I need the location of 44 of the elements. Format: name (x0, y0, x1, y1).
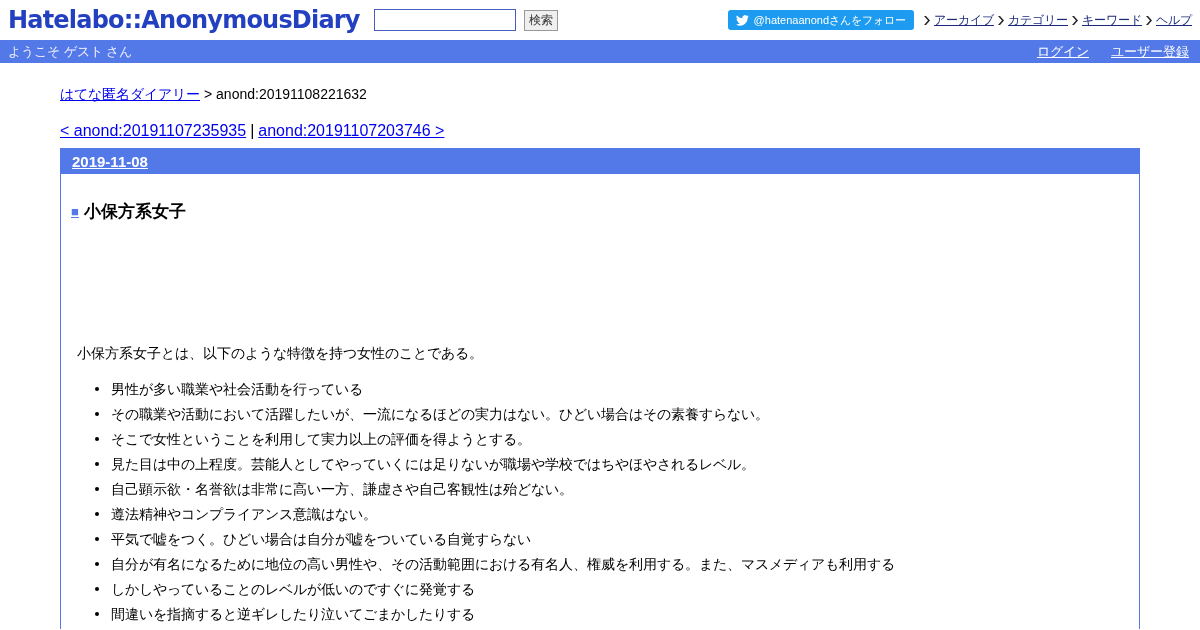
bullet-icon (95, 562, 99, 566)
list-item: 自己顕示欲・名誉欲は非常に高い一方、謙虚さや自己客観性は殆どない。 (111, 481, 573, 499)
chevron-icon (924, 15, 931, 25)
account-link[interactable]: ユーザー登録 (1111, 42, 1189, 61)
bullet-icon (95, 412, 99, 416)
account-link[interactable]: ログイン (1037, 42, 1089, 61)
nav-link[interactable]: ヘルプ (1156, 11, 1192, 29)
chevron-icon (1072, 15, 1079, 25)
breadcrumb-current: > anond:20191108221632 (204, 86, 367, 104)
bullet-icon (95, 462, 99, 466)
bullet-icon (95, 512, 99, 516)
list-item: そこで女性ということを利用して実力以上の評価を得ようとする。 (111, 431, 531, 449)
bullet-icon (95, 437, 99, 441)
intro-text: 小保方系女子とは、以下のような特徴を持つ女性のことである。 (77, 345, 484, 363)
next-entry-link[interactable]: anond:20191107203746 > (258, 122, 445, 140)
list-item: その職業や活動において活躍したいが、一流になるほどの実力はない。ひどい場合はその素養すらない。 (111, 406, 769, 424)
bullet-icon (95, 387, 99, 391)
list-item: 間違いを指摘すると逆ギレしたり泣いてごまかしたりする (111, 606, 475, 624)
search-button[interactable]: 検索 (523, 9, 558, 31)
list-item: 男性が多い職業や社会活動を行っている (111, 381, 363, 399)
list-item: 遵法精神やコンプライアンス意識はない。 (111, 506, 377, 524)
date-link[interactable]: 2019-11-08 (72, 153, 148, 170)
bird-icon (735, 14, 749, 26)
previous-entry-link[interactable]: < anond:20191107235935 (60, 122, 247, 140)
list-item: しかしやっていることのレベルが低いのですぐに発覚する (111, 581, 475, 599)
list-item: 平気で嘘をつく。ひどい場合は自分が嘘をついている自覚すらない (111, 531, 531, 549)
nav-link[interactable]: キーワード (1082, 11, 1142, 29)
search-field[interactable] (373, 9, 516, 31)
breadcrumb-link[interactable]: はてな匿名ダイアリー (60, 86, 200, 104)
welcome-text: ようこそ ゲスト さん (8, 42, 133, 61)
nav-link[interactable]: カテゴリー (1008, 11, 1068, 29)
bullet-icon (95, 487, 99, 491)
bullet-icon (95, 612, 99, 616)
nav-link[interactable]: アーカイブ (934, 11, 994, 29)
list-item: 見た目は中の上程度。芸能人としてやっていくには足りないが職場や学校ではちやほやされるレベル。 (111, 456, 755, 474)
entry-permalink[interactable]: ■ (71, 204, 79, 219)
bullet-icon (95, 587, 99, 591)
chevron-icon (1146, 15, 1153, 25)
list-item: 自分が有名になるために地位の高い男性や、その活動範囲における有名人、権威を利用する。また、マスメディアも利用する (111, 556, 895, 574)
chevron-icon (998, 15, 1005, 25)
entry-title: 小保方系女子 (83, 201, 186, 223)
pager-separator: | (250, 122, 255, 140)
site-logo[interactable]: Hatelabo::AnonymousDiary (8, 6, 360, 34)
bullet-icon (95, 537, 99, 541)
